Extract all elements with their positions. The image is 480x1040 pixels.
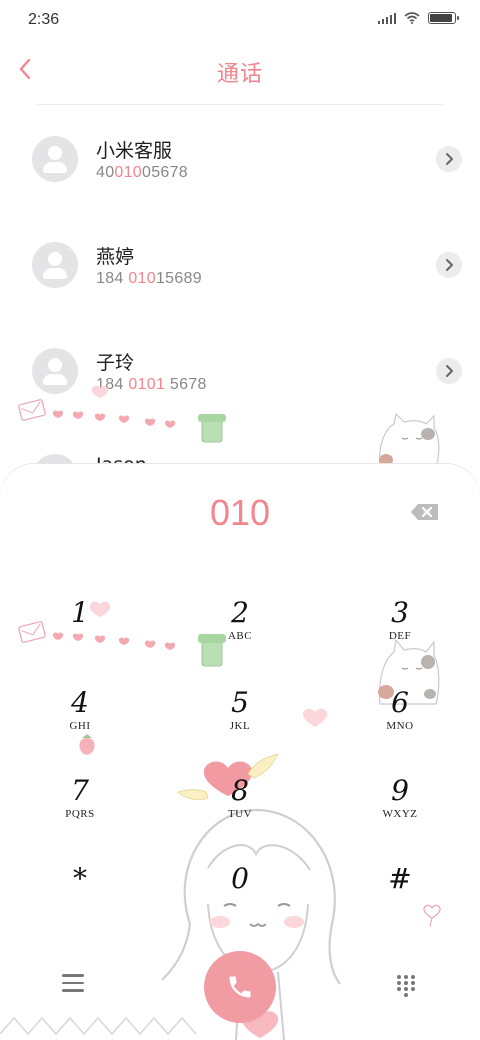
number-prefix: 40 (96, 164, 115, 181)
key-digit: 6 (391, 686, 409, 719)
key-8[interactable]: 8 TUV (180, 776, 300, 846)
wifi-icon (404, 12, 420, 24)
dial-number-display: 010 (209, 492, 271, 533)
contact-name: 子玲 (96, 352, 135, 374)
status-icons (378, 12, 459, 24)
contact-number: 184 01015689 (96, 270, 202, 288)
key-5[interactable]: 5 JKL (180, 688, 300, 758)
page-title: 通话 (216, 62, 263, 87)
status-bar: 2:36 (0, 0, 480, 40)
key-4[interactable]: 4 GHI (20, 688, 140, 758)
avatar (32, 242, 78, 288)
key-0[interactable]: 0 (180, 864, 300, 934)
key-digit: 8 (231, 774, 249, 807)
key-letters: ABC (227, 630, 253, 642)
cat-decoration (379, 412, 440, 469)
key-digit: 5 (231, 686, 249, 719)
phone-icon (229, 976, 251, 998)
key-letters: WXYZ (382, 808, 418, 820)
dialpad-icon (397, 975, 415, 997)
number-match: 010 (128, 270, 156, 287)
menu-icon (62, 974, 84, 992)
contact-item[interactable]: 燕婷 184 01015689 (0, 236, 480, 326)
contact-name: 小米客服 (96, 140, 173, 162)
signal-icon (378, 12, 396, 24)
key-digit: 1 (71, 596, 89, 629)
key-star[interactable]: * (20, 864, 140, 934)
chevron-right-icon (446, 365, 453, 377)
chevron-right-icon (446, 259, 453, 271)
key-digit: 7 (71, 774, 89, 807)
contact-item[interactable]: 小米客服 4001005678 (0, 130, 480, 220)
contact-detail-button[interactable] (436, 358, 462, 384)
key-digit: 2 (231, 596, 249, 629)
key-digit: # (388, 862, 412, 895)
battery-icon (428, 12, 459, 24)
key-digit: * (73, 862, 87, 895)
contact-number: 4001005678 (96, 164, 188, 182)
chevron-right-icon (446, 153, 453, 165)
key-3[interactable]: 3 DEF (340, 598, 460, 668)
dialpad-toggle-button[interactable] (396, 974, 416, 998)
key-letters: JKL (229, 720, 251, 732)
key-9[interactable]: 9 WXYZ (340, 776, 460, 846)
key-letters: TUV (227, 808, 253, 820)
header: 通话 (0, 44, 480, 96)
key-digit: 0 (231, 862, 249, 895)
status-time: 2:36 (28, 11, 60, 28)
heart-decoration (302, 708, 328, 727)
heart-garland-decoration (18, 385, 226, 443)
key-digit: 3 (391, 596, 409, 629)
backspace-button[interactable] (410, 502, 440, 522)
contact-name: 燕婷 (96, 246, 135, 268)
key-2[interactable]: 2 ABC (180, 598, 300, 668)
key-letters: DEF (388, 630, 412, 642)
backspace-icon (411, 504, 438, 520)
call-button[interactable] (204, 951, 276, 1023)
key-1[interactable]: 1 (20, 598, 140, 668)
contact-detail-button[interactable] (436, 146, 462, 172)
key-letters: PQRS (65, 808, 95, 820)
key-letters: MNO (386, 720, 414, 732)
key-hash[interactable]: # (340, 864, 460, 934)
contact-detail-button[interactable] (436, 252, 462, 278)
key-7[interactable]: 7 PQRS (20, 776, 140, 846)
number-suffix: 15689 (155, 270, 202, 287)
number-suffix: 05678 (142, 164, 189, 181)
key-digit: 9 (391, 774, 409, 807)
avatar (32, 136, 78, 182)
key-digit: 4 (71, 686, 89, 719)
number-prefix: 184 (96, 270, 129, 287)
number-match: 010 (114, 164, 143, 181)
key-6[interactable]: 6 MNO (340, 688, 460, 758)
key-letters: GHI (69, 720, 91, 732)
header-divider (36, 104, 444, 105)
menu-button[interactable] (62, 974, 84, 994)
